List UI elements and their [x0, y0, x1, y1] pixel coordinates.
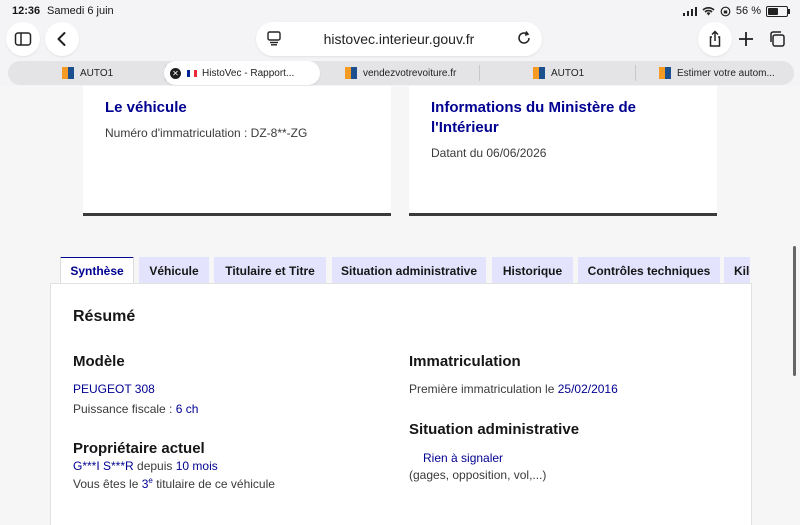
registration-number: Numéro d'immatriculation : DZ-8**-ZG — [105, 126, 308, 140]
browser-tab[interactable]: vendezvotrevoiture.fr — [345, 61, 485, 85]
tab-separator — [635, 65, 636, 81]
owner-name: G***I S***R — [73, 459, 134, 473]
vehicle-card: Le véhicule Numéro d'immatriculation : D… — [83, 86, 391, 216]
fr-flag-icon — [187, 69, 197, 77]
owner-rank-prefix: Vous êtes le — [73, 477, 142, 491]
tabs-overview-button[interactable] — [760, 22, 794, 56]
owner-title: Propriétaire actuel — [73, 440, 205, 457]
model-title: Modèle — [73, 353, 125, 370]
ministry-card-title-line2: l'Intérieur — [431, 119, 499, 136]
owner-info: G***I S***R depuis 10 mois — [73, 459, 218, 473]
first-registration: Première immatriculation le 25/02/2016 — [409, 382, 618, 396]
chevron-left-icon — [57, 32, 66, 46]
status-time: 12:36 — [12, 5, 41, 17]
browser-tab-strip: AUTO1 ✕ HistoVec - Rapport... vendezvotr… — [8, 61, 794, 85]
wifi-icon — [702, 7, 715, 16]
tabs-icon — [770, 31, 785, 47]
first-registration-label: Première immatriculation le — [409, 382, 558, 396]
auto1-favicon-icon — [659, 67, 671, 79]
signal-icon — [682, 6, 697, 16]
owner-rank-suffix: titulaire de ce véhicule — [152, 477, 275, 491]
url-text: histovec.interieur.gouv.fr — [323, 31, 475, 47]
ministry-card: Informations du Ministère de l'Intérieur… — [409, 86, 717, 216]
owner-rank: Vous êtes le 3e titulaire de ce véhicule — [73, 476, 275, 491]
model-name: PEUGEOT 308 — [73, 382, 155, 396]
plus-icon — [739, 32, 753, 46]
browser-tab-label: vendezvotrevoiture.fr — [363, 67, 457, 79]
owner-since-value: 10 mois — [175, 459, 218, 473]
ministry-card-title-line1: Informations du Ministère de — [431, 99, 637, 116]
fiscal-power: Puissance fiscale : 6 ch — [73, 402, 198, 416]
tab-kilometrage[interactable]: Kilo — [724, 257, 750, 284]
tab-synthese[interactable]: Synthèse — [60, 257, 134, 284]
tab-controles-techniques[interactable]: Contrôles techniques — [578, 257, 720, 284]
fiscal-power-value: 6 ch — [175, 402, 199, 416]
tab-historique[interactable]: Historique — [492, 257, 573, 284]
share-button[interactable] — [698, 22, 732, 56]
auto1-favicon-icon — [345, 67, 357, 79]
owner-since-label: depuis — [133, 459, 176, 473]
tab-titulaire[interactable]: Titulaire et Titre — [214, 257, 326, 284]
battery-icon — [766, 5, 790, 17]
tab-situation-administrative[interactable]: Situation administrative — [332, 257, 486, 284]
fiscal-power-label: Puissance fiscale : — [73, 402, 176, 416]
browser-tab[interactable]: AUTO1 — [533, 61, 633, 85]
status-date: Samedi 6 juin — [47, 5, 114, 17]
ministry-data-date: Datant du 06/06/2026 — [431, 146, 547, 160]
tab-separator — [479, 65, 480, 81]
address-bar[interactable]: histovec.interieur.gouv.fr — [256, 22, 542, 56]
scrollbar[interactable] — [793, 246, 796, 376]
browser-toolbar: histovec.interieur.gouv.fr — [0, 20, 800, 60]
status-bar: 12:36 Samedi 6 juin 56 % — [0, 0, 800, 22]
back-button[interactable] — [45, 22, 79, 56]
browser-tab-active[interactable]: ✕ HistoVec - Rapport... — [164, 61, 320, 85]
sidebar-button[interactable] — [6, 22, 40, 56]
auto1-favicon-icon — [62, 67, 74, 79]
report-tabs: Synthèse Véhicule Titulaire et Titre Sit… — [60, 257, 750, 284]
browser-tab-label: Estimer votre autom... — [677, 67, 775, 79]
admin-status: Rien à signaler — [423, 451, 504, 465]
auto1-favicon-icon — [533, 67, 545, 79]
browser-tab-label: HistoVec - Rapport... — [202, 67, 295, 79]
sidebar-icon — [14, 32, 32, 46]
tab-vehicule[interactable]: Véhicule — [139, 257, 209, 284]
share-icon — [709, 30, 721, 47]
close-tab-icon[interactable]: ✕ — [170, 67, 181, 79]
admin-details: (gages, opposition, vol,...) — [409, 468, 547, 482]
vehicle-card-title: Le véhicule — [105, 99, 187, 116]
browser-tab-label: AUTO1 — [551, 67, 585, 79]
registration-title: Immatriculation — [409, 353, 521, 370]
browser-tab-label: AUTO1 — [80, 67, 114, 79]
orientation-lock-icon — [720, 6, 731, 16]
synthese-panel: Résumé Modèle PEUGEOT 308 Puissance fisc… — [50, 283, 752, 525]
browser-tab[interactable]: Estimer votre autom... — [659, 61, 791, 85]
first-registration-date: 25/02/2016 — [557, 382, 618, 396]
new-tab-button[interactable] — [729, 22, 763, 56]
reload-icon[interactable] — [516, 30, 532, 46]
battery-percent: 56 % — [735, 5, 761, 17]
status-indicators: 56 % — [682, 5, 790, 17]
page-content: Le véhicule Numéro d'immatriculation : D… — [0, 86, 800, 525]
browser-tab[interactable]: AUTO1 — [62, 61, 162, 85]
summary-heading: Résumé — [73, 308, 136, 325]
admin-situation-title: Situation administrative — [409, 421, 580, 438]
